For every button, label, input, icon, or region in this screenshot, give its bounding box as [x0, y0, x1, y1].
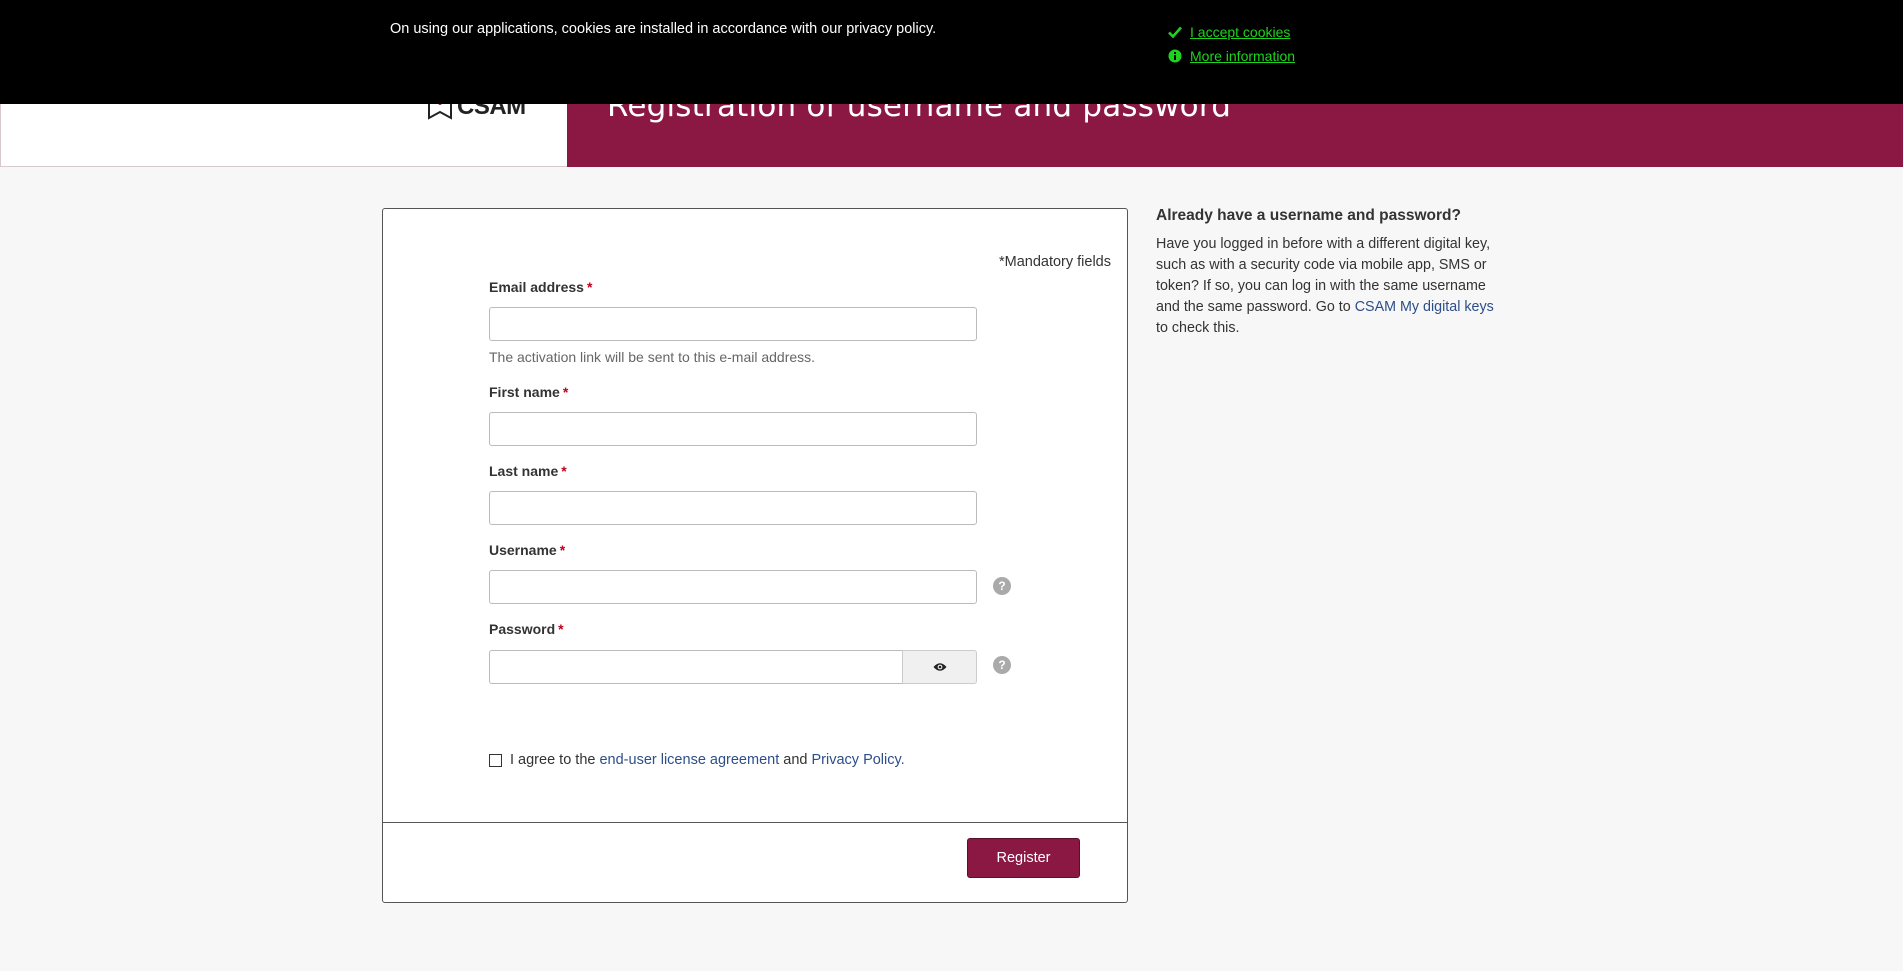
username-label-text: Username [489, 542, 557, 558]
last-name-field[interactable] [489, 491, 977, 525]
required-marker: * [586, 279, 593, 295]
username-help-icon[interactable]: ? [993, 577, 1011, 595]
checkmark-icon [1168, 26, 1182, 39]
form-footer-divider [383, 822, 1127, 823]
existing-account-info: Already have a username and password? Ha… [1156, 207, 1506, 339]
first-name-label-text: First name [489, 384, 560, 400]
existing-account-body-end: to check this. [1156, 320, 1240, 336]
registration-form: *Mandatory fields Email address * The act… [382, 208, 1128, 903]
eula-link[interactable]: end-user license agreement [599, 752, 779, 768]
email-help-text: The activation link will be sent to this… [489, 349, 816, 365]
first-name-field[interactable] [489, 412, 977, 446]
last-name-label: Last name * [489, 463, 567, 479]
email-field[interactable] [489, 307, 977, 341]
more-information-link[interactable]: More information [1168, 48, 1295, 64]
agreement-row: I agree to the end-user license agreemen… [489, 752, 905, 768]
cookie-message: On using our applications, cookies are i… [390, 21, 937, 37]
username-label: Username * [489, 542, 565, 558]
required-marker: * [559, 542, 566, 558]
agreement-middle: and [783, 752, 808, 768]
password-help-icon[interactable]: ? [993, 656, 1011, 674]
more-information-label: More information [1190, 48, 1296, 64]
agreement-prefix: I agree to the [510, 752, 596, 768]
privacy-policy-link-text: Privacy Policy [811, 752, 901, 768]
cookie-actions: I accept cookies More information [1168, 24, 1295, 64]
required-marker: * [561, 463, 567, 479]
privacy-policy-link[interactable]: Privacy Policy. [812, 752, 905, 768]
password-label-text: Password [489, 621, 556, 637]
agreement-checkbox[interactable] [489, 753, 502, 767]
required-marker: * [562, 384, 569, 400]
password-field[interactable] [489, 650, 902, 684]
privacy-policy-period: . [900, 752, 905, 768]
accept-cookies-link[interactable]: I accept cookies [1168, 24, 1295, 40]
register-button[interactable]: Register [967, 838, 1080, 878]
my-digital-keys-link[interactable]: CSAM My digital keys [1355, 299, 1494, 315]
password-label: Password * [489, 621, 564, 637]
eye-icon [933, 663, 946, 671]
email-label-text: Email address [489, 279, 584, 295]
last-name-label-text: Last name [489, 463, 559, 479]
info-icon [1168, 49, 1182, 63]
accept-cookies-label: I accept cookies [1190, 24, 1291, 40]
username-field[interactable] [489, 570, 977, 604]
agreement-text: I agree to the end-user license agreemen… [510, 752, 905, 768]
email-label: Email address * [489, 279, 592, 295]
required-marker: * [558, 621, 564, 637]
first-name-label: First name * [489, 384, 568, 400]
show-password-button[interactable] [902, 650, 977, 684]
cookie-banner: On using our applications, cookies are i… [0, 0, 1903, 104]
mandatory-fields-note: *Mandatory fields [998, 254, 1111, 270]
existing-account-title: Already have a username and password? [1156, 207, 1461, 224]
existing-account-text: Have you logged in before with a differe… [1156, 234, 1506, 339]
